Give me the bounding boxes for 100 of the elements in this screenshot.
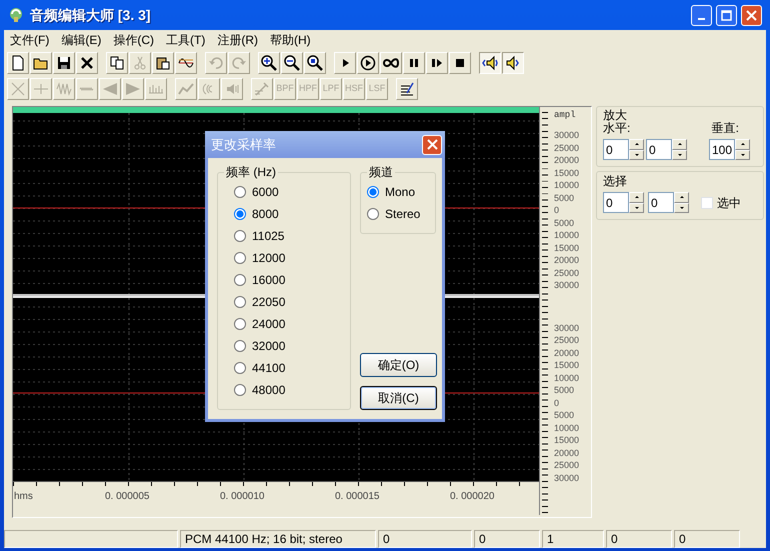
number-field[interactable]: 0	[603, 139, 629, 160]
ruler-label: 5000	[554, 216, 576, 229]
ruler-label: 0. 000010	[220, 490, 264, 504]
menu-item[interactable]: 工具(T)	[162, 31, 214, 49]
ruler-label: 10000	[554, 422, 580, 434]
ruler-label: 0	[554, 204, 560, 216]
spin-up-button[interactable]	[629, 139, 644, 150]
copy-icon	[109, 55, 125, 71]
checkbox-label: 选中	[717, 194, 741, 212]
spin-down-button[interactable]	[629, 202, 644, 213]
status-text: 0	[674, 530, 740, 548]
spin-down-button[interactable]	[735, 150, 750, 160]
dialog-title: 更改采样率	[211, 136, 277, 154]
radio-label: 48000	[252, 382, 286, 399]
menu-item[interactable]: 编辑(E)	[57, 31, 110, 49]
radio-label: Mono	[385, 184, 416, 201]
number-field[interactable]: 0	[648, 192, 674, 213]
radio-label: 24000	[252, 316, 286, 333]
radio-button[interactable]	[234, 274, 246, 286]
status-text: 0	[474, 530, 540, 548]
close-icon	[426, 139, 438, 150]
radio-button[interactable]	[234, 362, 246, 374]
radio-button[interactable]	[234, 186, 246, 198]
ruler-label: 0. 000015	[335, 490, 380, 504]
menu-item[interactable]: 注册(R)	[213, 31, 266, 49]
spin-up-button[interactable]	[674, 192, 689, 202]
play-circle-icon	[360, 55, 376, 71]
radio-label: 44100	[252, 360, 286, 377]
toolbar-button[interactable]	[479, 52, 501, 74]
spin-up-button[interactable]	[735, 139, 750, 150]
ruler-label: 30000	[554, 322, 580, 334]
status-text: 1	[542, 530, 604, 548]
menu-item[interactable]: 操作(C)	[109, 31, 162, 49]
menu-item[interactable]: 帮助(H)	[266, 31, 319, 49]
number-field[interactable]: 0	[646, 139, 672, 160]
sound-icon	[224, 81, 240, 97]
close-button[interactable]	[422, 134, 442, 154]
scissors-icon	[132, 55, 148, 71]
ruler-label: 30000	[554, 129, 580, 142]
close-icon	[746, 10, 757, 20]
dialog-button[interactable]: 确定(O)	[360, 353, 437, 377]
field-label: 水平:	[603, 122, 632, 135]
radio-button[interactable]	[234, 252, 246, 264]
ruler-label: 20000	[554, 446, 580, 459]
spin-up-button[interactable]	[672, 139, 687, 150]
ruler-label: 30000	[554, 279, 580, 292]
status-text: PCM 44100 Hz; 16 bit; stereo	[180, 530, 376, 548]
ruler-label: 25000	[554, 142, 580, 154]
radio-button[interactable]	[234, 318, 246, 330]
edit-lines-icon	[399, 81, 415, 97]
close-button[interactable]	[741, 4, 762, 26]
radio-label: 12000	[252, 250, 286, 267]
cross-icon	[79, 55, 95, 71]
ruler-label: 25000	[554, 266, 580, 279]
ruler-label: hms	[14, 490, 33, 504]
radio-button[interactable]	[234, 384, 246, 396]
spin-up-button[interactable]	[629, 192, 644, 202]
ruler-label: 25000	[554, 459, 580, 472]
ruler-label: 30000	[554, 472, 580, 484]
speaker-icon	[482, 55, 498, 71]
ruler-label: 10000	[554, 229, 580, 242]
number-field[interactable]: 0	[603, 192, 629, 213]
zoom-in-icon	[261, 55, 277, 71]
status-text: 0	[606, 530, 672, 548]
radio-label: 22050	[252, 294, 286, 311]
group-title: 频道	[367, 165, 395, 179]
spin-down-button[interactable]	[629, 150, 644, 160]
toolbar-button[interactable]	[502, 52, 524, 74]
ruler-label: 10000	[554, 179, 580, 192]
menu-item[interactable]: 文件(F)	[6, 31, 58, 49]
ruler-label: 0	[554, 396, 560, 409]
group-title: 选择	[603, 174, 628, 188]
magnifier-icon	[307, 55, 323, 71]
maximize-button[interactable]	[716, 4, 737, 26]
status-text: 0	[378, 530, 472, 548]
zigzag-wave-icon	[56, 81, 72, 97]
radio-button[interactable]	[234, 230, 246, 242]
fade-out-icon	[125, 81, 141, 97]
level-line-icon	[33, 81, 49, 97]
radio-button[interactable]	[234, 296, 246, 308]
ruler-label: 0. 000005	[105, 490, 150, 504]
radio-label: 16000	[252, 272, 286, 289]
radio-label: 32000	[252, 338, 286, 355]
window-title: 音频编辑大师 [3. 3]	[30, 6, 152, 25]
undo-arrow-icon	[208, 55, 224, 71]
minimize-icon	[698, 18, 705, 20]
spin-down-button[interactable]	[674, 202, 689, 213]
spin-down-button[interactable]	[672, 150, 687, 160]
checkbox[interactable]	[701, 196, 713, 208]
dialog-button[interactable]: 取消(C)	[360, 386, 437, 410]
ruler-label: 5000	[554, 192, 576, 204]
radio-button[interactable]	[367, 208, 379, 220]
minimize-button[interactable]	[691, 4, 712, 26]
radio-button[interactable]	[234, 340, 246, 352]
radio-button[interactable]	[234, 208, 246, 220]
graph-icon	[178, 81, 194, 97]
radio-button[interactable]	[367, 186, 379, 198]
redo-arrow-icon	[231, 55, 247, 71]
ruler-label: 15000	[554, 434, 580, 446]
number-field[interactable]: 100	[709, 139, 735, 160]
